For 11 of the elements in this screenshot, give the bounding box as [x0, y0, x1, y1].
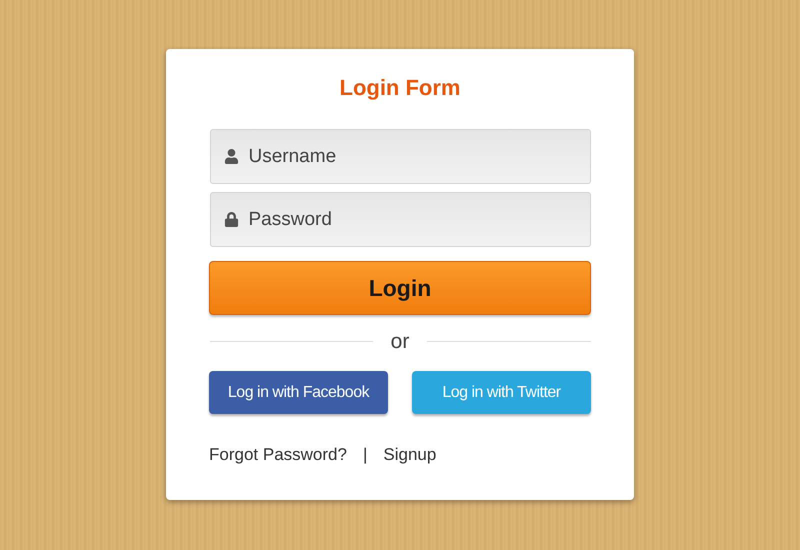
login-button[interactable]: Login [209, 261, 591, 315]
password-field[interactable]: Password [210, 192, 590, 247]
form-title: Login Form [340, 77, 460, 99]
signup-link[interactable]: Signup [383, 442, 436, 468]
forgot-password-link[interactable]: Forgot Password? [209, 442, 347, 468]
username-field[interactable]: Username [210, 129, 590, 184]
link-separator: | [362, 444, 368, 466]
user-icon [224, 149, 238, 164]
or-divider-text: or [390, 331, 410, 352]
lock-icon [224, 212, 238, 227]
facebook-login-button[interactable]: Log in with Facebook [209, 371, 388, 414]
